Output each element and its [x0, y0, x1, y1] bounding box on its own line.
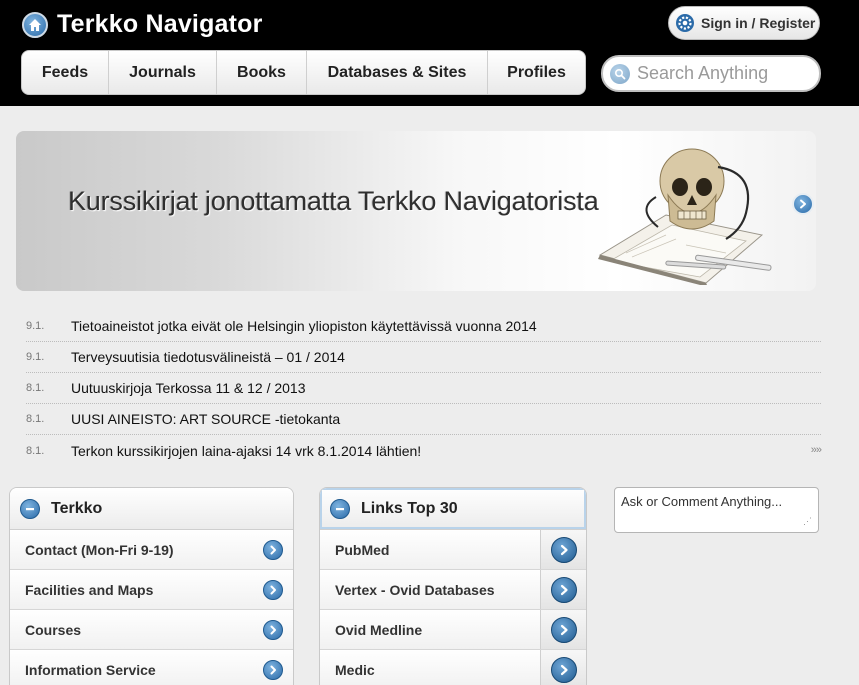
logo[interactable]: Terkko Navigator [22, 10, 263, 39]
tab-feeds[interactable]: Feeds [22, 51, 109, 94]
news-date: 8.1. [26, 382, 45, 394]
row-label[interactable]: PubMed [335, 542, 389, 558]
tab-journals[interactable]: Journals [109, 51, 217, 94]
tab-books[interactable]: Books [217, 51, 307, 94]
link-item-pubmed[interactable]: PubMed [320, 530, 586, 570]
news-title[interactable]: Tietoaineistot jotka eivät ole Helsingin… [71, 318, 537, 334]
site-title: Terkko Navigator [57, 10, 263, 38]
news-item[interactable]: 8.1. UUSI AINEISTO: ART SOURCE -tietokan… [26, 404, 821, 435]
terkko-item-contact[interactable]: Contact (Mon-Fri 9-19) [10, 530, 293, 570]
search-icon[interactable] [610, 63, 630, 84]
link-item-medic[interactable]: Medic [320, 650, 586, 685]
search-box [601, 55, 821, 92]
news-title[interactable]: Uutuuskirjoja Terkossa 11 & 12 / 2013 [71, 380, 306, 396]
tab-profiles[interactable]: Profiles [488, 51, 585, 94]
news-list: 9.1. Tietoaineistot jotka eivät ole Hels… [26, 311, 822, 466]
open-link-button[interactable] [540, 610, 586, 649]
gear-icon [675, 13, 695, 33]
resize-handle-icon[interactable]: ⋰ [803, 516, 812, 527]
search-input[interactable] [637, 63, 807, 84]
row-label: Courses [25, 621, 82, 638]
row-label: Facilities and Maps [25, 581, 154, 598]
header-bar: Terkko Navigator Sign in / Register Feed… [0, 0, 859, 106]
chevron-right-icon[interactable] [792, 193, 814, 215]
chevron-right-icon [550, 576, 577, 603]
terkko-item-facilities[interactable]: Facilities and Maps [10, 570, 293, 610]
chevron-right-icon[interactable] [263, 659, 283, 680]
more-news-icon[interactable]: »» [811, 444, 822, 456]
open-link-button[interactable] [540, 570, 586, 609]
link-item-vertex[interactable]: Vertex - Ovid Databases [320, 570, 586, 610]
terkko-panel-title: Terkko [51, 499, 103, 517]
main-nav: Feeds Journals Books Databases & Sites P… [21, 50, 586, 95]
news-item[interactable]: 9.1. Terveysuutisia tiedotusvälineistä –… [26, 342, 821, 373]
news-item[interactable]: 8.1. Terkon kurssikirjojen laina-ajaksi … [26, 435, 822, 466]
links-top-panel: Links Top 30 PubMed Vertex - Ovid Databa… [319, 487, 587, 685]
news-date: 9.1. [26, 351, 45, 363]
row-label[interactable]: Ovid Medline [335, 622, 422, 638]
chevron-right-icon[interactable] [263, 619, 283, 640]
row-label: Information Service [25, 661, 156, 678]
row-label: Contact (Mon-Fri 9-19) [25, 541, 174, 558]
collapse-icon[interactable] [330, 498, 350, 519]
row-label[interactable]: Vertex - Ovid Databases [335, 582, 495, 598]
ask-comment-input[interactable] [621, 494, 812, 526]
terkko-panel: Terkko Contact (Mon-Fri 9-19) Facilities… [9, 487, 294, 685]
collapse-icon[interactable] [20, 498, 40, 519]
tab-databases-sites[interactable]: Databases & Sites [307, 51, 488, 94]
chevron-right-icon [550, 536, 577, 563]
skull-and-book-image [598, 148, 772, 285]
terkko-panel-header[interactable]: Terkko [10, 488, 293, 530]
news-item[interactable]: 8.1. Uutuuskirjoja Terkossa 11 & 12 / 20… [26, 373, 821, 404]
news-title[interactable]: Terkon kurssikirjojen laina-ajaksi 14 vr… [71, 443, 421, 459]
chevron-right-icon[interactable] [263, 539, 283, 560]
chevron-right-icon[interactable] [263, 579, 283, 600]
banner-carousel[interactable]: Kurssikirjat jonottamatta Terkko Navigat… [16, 131, 816, 291]
link-item-ovid-medline[interactable]: Ovid Medline [320, 610, 586, 650]
sign-in-register-button[interactable]: Sign in / Register [668, 6, 820, 40]
terkko-item-information-service[interactable]: Information Service [10, 650, 293, 685]
open-link-button[interactable] [540, 530, 586, 569]
news-title[interactable]: Terveysuutisia tiedotusvälineistä – 01 /… [71, 349, 345, 365]
news-title[interactable]: UUSI AINEISTO: ART SOURCE -tietokanta [71, 411, 340, 427]
chevron-right-icon [550, 656, 577, 683]
row-label[interactable]: Medic [335, 662, 375, 678]
news-date: 8.1. [26, 444, 45, 457]
ask-comment-box: ⋰ [614, 487, 819, 533]
home-icon [22, 11, 48, 38]
news-date: 9.1. [26, 320, 45, 332]
open-link-button[interactable] [540, 650, 586, 685]
banner-headline: Kurssikirjat jonottamatta Terkko Navigat… [68, 186, 599, 216]
sign-in-label: Sign in / Register [701, 15, 816, 31]
terkko-item-courses[interactable]: Courses [10, 610, 293, 650]
links-panel-header[interactable]: Links Top 30 [320, 488, 586, 530]
chevron-right-icon [550, 616, 577, 643]
news-date: 8.1. [26, 413, 45, 425]
news-item[interactable]: 9.1. Tietoaineistot jotka eivät ole Hels… [26, 311, 821, 342]
links-panel-title: Links Top 30 [361, 499, 458, 517]
